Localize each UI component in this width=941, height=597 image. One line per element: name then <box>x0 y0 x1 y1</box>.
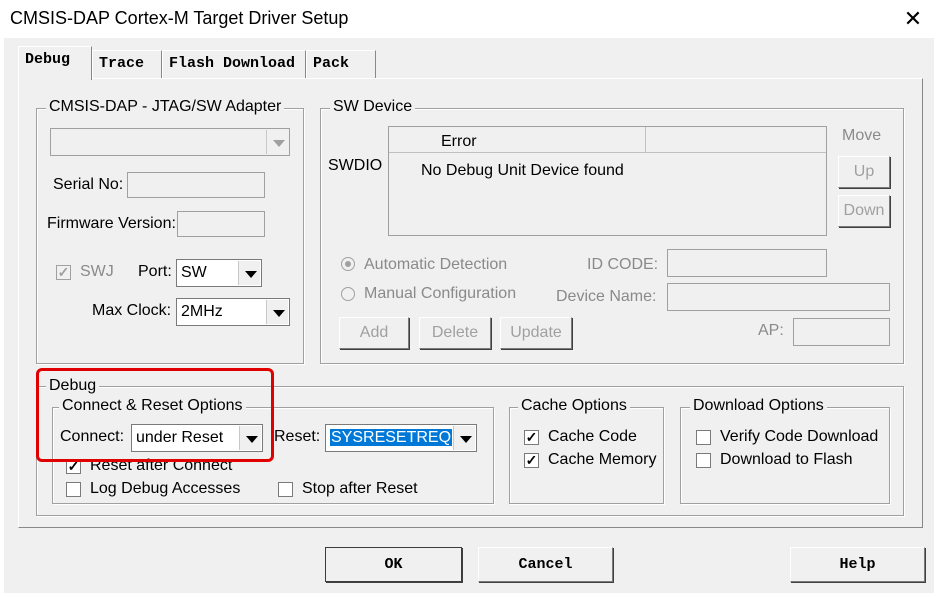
device-list[interactable]: Error No Debug Unit Device found <box>388 126 827 236</box>
sw-device-group-title: SW Device <box>330 98 416 116</box>
verify-label: Verify Code Download <box>720 428 879 445</box>
update-button[interactable]: Update <box>500 317 572 349</box>
port-select[interactable]: SW <box>176 259 262 287</box>
port-value: SW <box>181 264 207 281</box>
cache-options-title: Cache Options <box>518 397 630 415</box>
auto-detect-label: Automatic Detection <box>364 256 508 273</box>
cache-memory-checkbox[interactable]: ✓ <box>524 453 539 468</box>
tab-flash-download-label: Flash Download <box>169 55 296 72</box>
tab-trace-label: Trace <box>99 55 145 72</box>
download-options-title: Download Options <box>690 397 827 415</box>
download-flash-checkbox[interactable] <box>696 453 711 468</box>
maxclock-value: 2MHz <box>181 303 223 320</box>
window-title: CMSIS-DAP Cortex-M Target Driver Setup <box>10 8 349 28</box>
tab-flash-download[interactable]: Flash Download <box>162 50 306 78</box>
cache-code-label: Cache Code <box>548 428 637 445</box>
connect-label: Connect: <box>60 428 125 445</box>
reset-value: SYSRESETREQ <box>330 429 453 446</box>
tab-debug[interactable]: Debug <box>18 46 92 80</box>
connect-value: under Reset <box>136 429 224 446</box>
adapter-group-title: CMSIS-DAP - JTAG/SW Adapter <box>46 98 285 116</box>
chevron-down-icon <box>239 426 261 450</box>
chevron-down-icon <box>266 130 288 154</box>
reset-select[interactable]: SYSRESETREQ <box>325 424 477 452</box>
swj-checkbox[interactable]: ✓ <box>56 265 71 280</box>
reset-label: Reset: <box>274 428 321 445</box>
column-header-empty[interactable] <box>646 127 826 153</box>
port-label: Port: <box>138 263 172 280</box>
tab-trace[interactable]: Trace <box>92 50 162 78</box>
tab-pack-label: Pack <box>313 55 350 72</box>
chevron-down-icon <box>266 300 288 324</box>
connect-reset-title: Connect & Reset Options <box>59 397 246 415</box>
swdio-label: SWDIO <box>328 157 383 174</box>
auto-detect-radio[interactable] <box>341 257 355 271</box>
chevron-down-icon <box>238 261 260 285</box>
log-debug-checkbox[interactable] <box>66 482 81 497</box>
close-icon[interactable]: ✕ <box>898 4 928 34</box>
log-debug-label: Log Debug Accesses <box>90 480 241 497</box>
firmware-label: Firmware Version: <box>47 215 176 232</box>
column-header-error: Error <box>441 133 477 150</box>
chevron-down-icon <box>453 426 475 450</box>
ap-label: AP: <box>758 322 784 339</box>
stop-after-reset-label: Stop after Reset <box>302 480 418 497</box>
download-flash-label: Download to Flash <box>720 451 853 468</box>
firmware-field[interactable] <box>177 211 265 237</box>
ap-field[interactable] <box>793 318 890 346</box>
maxclock-label: Max Clock: <box>92 302 172 319</box>
maxclock-select[interactable]: 2MHz <box>176 298 290 326</box>
verify-checkbox[interactable] <box>696 430 711 445</box>
cancel-button[interactable]: Cancel <box>478 547 613 582</box>
delete-button[interactable]: Delete <box>419 317 491 349</box>
manual-config-radio[interactable] <box>341 287 355 301</box>
connect-select[interactable]: under Reset <box>131 424 263 452</box>
swj-label: SWJ <box>80 263 114 280</box>
serial-label: Serial No: <box>53 176 124 193</box>
cache-memory-label: Cache Memory <box>548 451 657 468</box>
debug-group-title: Debug <box>46 377 100 395</box>
device-name-label: Device Name: <box>556 288 657 305</box>
column-header[interactable]: Error <box>389 127 646 153</box>
adapter-select[interactable] <box>50 128 290 156</box>
down-button[interactable]: Down <box>838 195 890 227</box>
ok-button[interactable]: OK <box>325 547 462 582</box>
device-row-message: No Debug Unit Device found <box>421 162 624 179</box>
tab-debug-label: Debug <box>25 51 71 68</box>
reset-after-connect-label: Reset after Connect <box>90 457 233 474</box>
device-name-field[interactable] <box>667 283 890 311</box>
cache-code-checkbox[interactable]: ✓ <box>524 430 539 445</box>
id-code-label: ID CODE: <box>587 256 659 273</box>
help-button[interactable]: Help <box>790 547 925 582</box>
id-code-field[interactable] <box>667 249 827 277</box>
stop-after-reset-checkbox[interactable] <box>278 482 293 497</box>
tab-pack[interactable]: Pack <box>306 50 376 78</box>
serial-field[interactable] <box>127 172 265 198</box>
up-button[interactable]: Up <box>838 156 890 188</box>
manual-config-label: Manual Configuration <box>364 285 517 302</box>
move-label: Move <box>842 127 882 144</box>
add-button[interactable]: Add <box>339 317 409 349</box>
reset-after-connect-checkbox[interactable]: ✓ <box>66 459 81 474</box>
